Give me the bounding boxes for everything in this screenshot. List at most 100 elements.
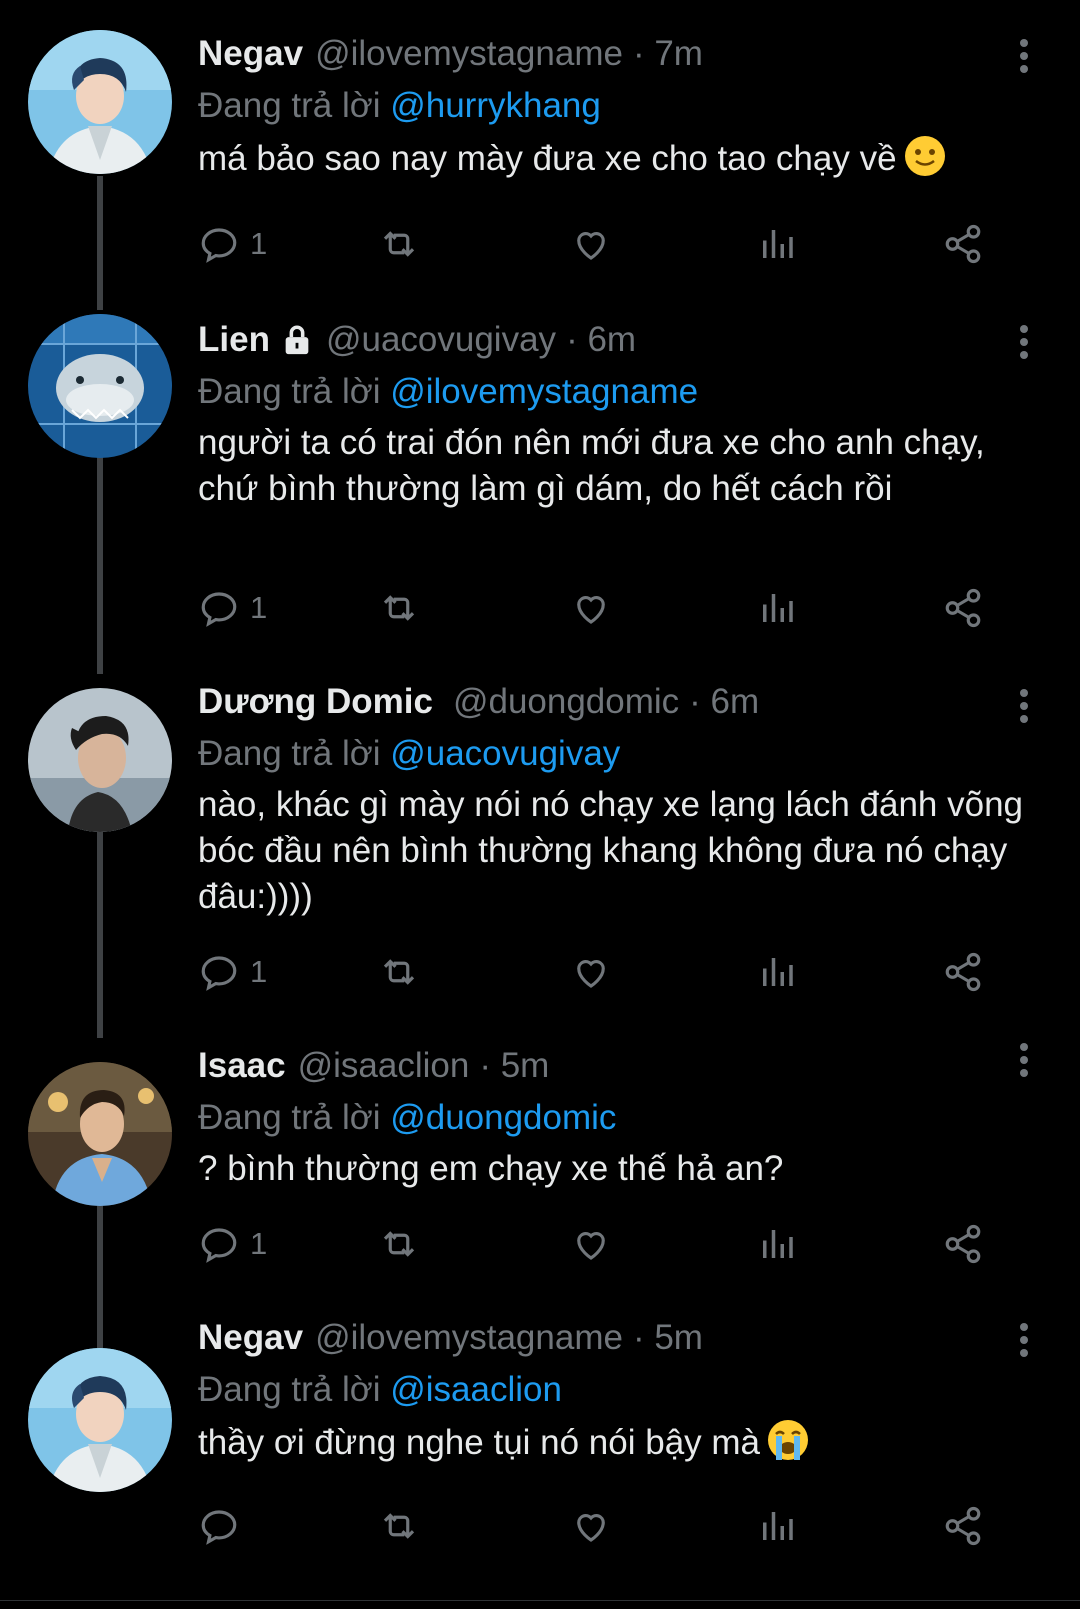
views-button[interactable] <box>756 1504 798 1548</box>
retweet-button[interactable] <box>378 1504 420 1548</box>
thread-line <box>97 824 103 1038</box>
retweet-button[interactable] <box>378 950 420 994</box>
like-button[interactable] <box>570 1222 612 1266</box>
mention-link[interactable]: @hurrykhang <box>390 86 601 125</box>
display-name[interactable]: Negav <box>198 1318 303 1358</box>
timestamp[interactable]: · 5m <box>479 1046 549 1086</box>
replying-to: Đang trả lời @uacovugivay <box>198 730 1040 778</box>
thread-line <box>97 176 103 310</box>
reply-button[interactable]: 1 <box>198 950 267 994</box>
tweet-text: ? bình thường em chạy xe thế hả an? <box>198 1149 784 1188</box>
more-icon[interactable] <box>1016 324 1032 360</box>
avatar[interactable] <box>28 1062 172 1206</box>
share-icon <box>945 224 981 264</box>
tweet-text: nào, khác gì mày nói nó chạy xe lạng lác… <box>198 785 1023 916</box>
reply-count: 1 <box>250 590 268 625</box>
heart-icon <box>577 232 605 260</box>
tweet-text: thầy ơi đừng nghe tụi nó nói bậy mà <box>198 1418 1040 1466</box>
avatar[interactable] <box>28 30 172 174</box>
avatar[interactable] <box>28 314 172 458</box>
comment-icon <box>201 1510 237 1545</box>
retweet-button[interactable] <box>378 1222 420 1266</box>
more-icon[interactable] <box>1016 1042 1032 1078</box>
reply-button[interactable]: 1 <box>198 222 267 266</box>
reply-count: 1 <box>250 226 268 261</box>
reply-button[interactable] <box>198 1504 250 1548</box>
views-icon <box>763 230 793 258</box>
tweet[interactable]: Isaac @isaaclion · 5m Đang trả lời @duon… <box>0 1038 1080 1348</box>
views-button[interactable] <box>756 1222 798 1266</box>
share-button[interactable] <box>942 950 984 994</box>
reply-count: 1 <box>250 1226 268 1261</box>
share-button[interactable] <box>942 222 984 266</box>
heart-icon <box>577 1514 605 1542</box>
like-button[interactable] <box>570 1504 612 1548</box>
more-icon[interactable] <box>1016 38 1032 74</box>
reply-prefix: Đang trả lời <box>198 734 381 773</box>
tweet-actions: 1 <box>198 586 1018 630</box>
views-button[interactable] <box>756 950 798 994</box>
reply-count: 1 <box>250 954 268 989</box>
share-button[interactable] <box>942 1222 984 1266</box>
like-button[interactable] <box>570 586 612 630</box>
replying-to: Đang trả lời @hurrykhang <box>198 82 1040 130</box>
share-icon <box>945 1506 981 1546</box>
mention-link[interactable]: @isaaclion <box>390 1370 562 1409</box>
avatar-image <box>28 1348 172 1492</box>
thread-line <box>97 454 103 674</box>
tweet[interactable]: Negav @ilovemystagname · 7m Đang trả lời… <box>0 0 1080 310</box>
retweet-icon <box>383 959 415 985</box>
share-button[interactable] <box>942 586 984 630</box>
views-icon <box>763 1512 793 1540</box>
tweet-text-body: má bảo sao nay mày đưa xe cho tao chạy v… <box>198 139 897 178</box>
like-button[interactable] <box>570 222 612 266</box>
comment-icon <box>201 1228 237 1263</box>
retweet-icon <box>383 595 415 621</box>
views-icon <box>763 594 793 622</box>
timestamp[interactable]: · 7m <box>633 34 703 74</box>
views-button[interactable] <box>756 586 798 630</box>
retweet-button[interactable] <box>378 222 420 266</box>
share-button[interactable] <box>942 1504 984 1548</box>
display-name[interactable]: Dương Domic <box>198 682 433 722</box>
display-name[interactable]: Lien <box>198 320 270 360</box>
mention-link[interactable]: @ilovemystagname <box>390 372 698 411</box>
timestamp[interactable]: · 6m <box>689 682 759 722</box>
tweet[interactable]: Lien @uacovugivay · 6m Đang trả lời @ilo… <box>0 310 1080 674</box>
avatar[interactable] <box>28 688 172 832</box>
tweet[interactable]: Negav @ilovemystagname · 5m Đang trả lời… <box>0 1318 1080 1600</box>
comment-icon <box>201 956 237 991</box>
timestamp[interactable]: · 5m <box>633 1318 703 1358</box>
user-handle[interactable]: @uacovugivay <box>326 320 556 360</box>
views-button[interactable] <box>756 222 798 266</box>
tweet[interactable]: Dương Domic @duongdomic · 6m Đang trả lờ… <box>0 674 1080 1038</box>
display-name[interactable]: Isaac <box>198 1046 286 1086</box>
more-icon[interactable] <box>1016 688 1032 724</box>
like-button[interactable] <box>570 950 612 994</box>
avatar-image <box>28 314 172 458</box>
reply-button[interactable]: 1 <box>198 586 267 630</box>
comment-icon <box>201 228 237 263</box>
user-handle[interactable]: @ilovemystagname <box>315 34 623 74</box>
display-name[interactable]: Negav <box>198 34 303 74</box>
heart-icon <box>577 960 605 988</box>
user-handle[interactable]: @duongdomic <box>453 682 679 722</box>
conversation-thread: Negav @ilovemystagname · 7m Đang trả lời… <box>0 0 1080 1609</box>
timestamp[interactable]: · 6m <box>566 320 636 360</box>
reply-button[interactable]: 1 <box>198 1222 267 1266</box>
avatar[interactable] <box>28 1348 172 1492</box>
user-handle[interactable]: @ilovemystagname <box>315 1318 623 1358</box>
replying-to: Đang trả lời @duongdomic <box>198 1094 1040 1142</box>
tweet-actions: 1 <box>198 222 1018 266</box>
reply-prefix: Đang trả lời <box>198 1370 381 1409</box>
views-icon <box>763 1230 793 1258</box>
user-handle[interactable]: @isaaclion <box>298 1046 470 1086</box>
heart-icon <box>577 1232 605 1260</box>
retweet-button[interactable] <box>378 586 420 630</box>
share-icon <box>945 1224 981 1264</box>
divider <box>0 1600 1080 1601</box>
more-icon[interactable] <box>1016 1322 1032 1358</box>
thread-line <box>97 1190 103 1348</box>
mention-link[interactable]: @uacovugivay <box>390 734 620 773</box>
mention-link[interactable]: @duongdomic <box>390 1098 616 1137</box>
